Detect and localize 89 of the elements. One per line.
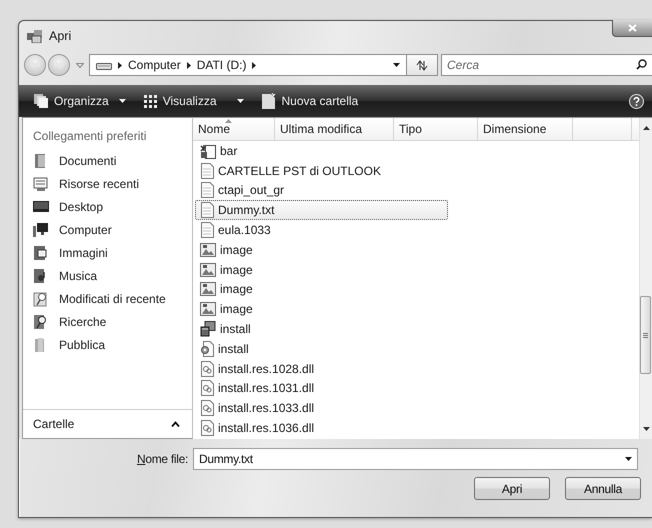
scroll-down-icon[interactable] bbox=[642, 427, 650, 431]
breadcrumb-arrow-icon bbox=[252, 62, 256, 68]
column-header[interactable]: Dimensione bbox=[478, 118, 573, 140]
desktop-icon bbox=[33, 198, 49, 214]
breadcrumb-arrow-icon bbox=[186, 62, 191, 68]
caret-icon bbox=[118, 99, 126, 103]
window-icon bbox=[27, 30, 42, 42]
document-icon bbox=[200, 222, 214, 238]
search-icon bbox=[636, 59, 647, 70]
sidebar-item[interactable]: Computer bbox=[23, 218, 192, 241]
scrollbar[interactable] bbox=[639, 118, 652, 439]
library-file-icon bbox=[200, 420, 214, 436]
breadcrumb-arrow-icon bbox=[118, 62, 122, 68]
toolbar-button[interactable]: Organizza bbox=[32, 92, 128, 110]
scroll-up-icon[interactable] bbox=[642, 126, 650, 130]
pictures-icon bbox=[33, 244, 49, 260]
file-item[interactable]: install.res.1036.dll bbox=[195, 418, 448, 438]
section-heading: Collegamenti preferiti bbox=[32, 128, 148, 145]
grid-icon bbox=[144, 94, 157, 108]
sidebar-item[interactable]: Pubblica bbox=[23, 333, 192, 356]
drive-icon bbox=[96, 60, 112, 70]
help-icon[interactable] bbox=[629, 94, 644, 108]
sidebar-item[interactable]: Musica bbox=[23, 264, 192, 287]
file-item[interactable]: ctapi_out_gr bbox=[195, 180, 448, 200]
caret-icon bbox=[236, 99, 244, 103]
document-icon bbox=[200, 182, 214, 198]
computer-icon bbox=[33, 222, 49, 238]
scroll-thumb[interactable] bbox=[640, 296, 651, 374]
file-item[interactable]: Dummy.txt bbox=[195, 200, 448, 220]
file-item[interactable]: install.res.1028.dll bbox=[195, 358, 448, 379]
file-item[interactable]: install.res.1033.dll bbox=[195, 398, 448, 418]
column-header[interactable]: Tipo bbox=[394, 118, 478, 140]
sidebar-item[interactable]: Risorse recenti bbox=[23, 172, 192, 195]
pages-icon bbox=[34, 94, 48, 108]
image-icon bbox=[200, 281, 216, 298]
address-bar[interactable]: Computer DATI (D:) bbox=[89, 54, 407, 76]
dropdown-caret-icon bbox=[625, 457, 632, 461]
column-header[interactable]: Ultima modifica bbox=[275, 118, 394, 140]
sidebar-item[interactable]: Documenti bbox=[23, 149, 192, 172]
breadcrumb[interactable]: Computer bbox=[128, 58, 181, 72]
search-folder-icon bbox=[33, 314, 49, 330]
settings-file-icon bbox=[200, 340, 214, 357]
history-caret-icon[interactable] bbox=[76, 62, 84, 68]
file-item[interactable]: bar bbox=[195, 141, 448, 161]
grip-icon bbox=[643, 332, 648, 338]
document-icon bbox=[200, 202, 214, 218]
window-title: Apri bbox=[49, 29, 72, 43]
toolbar-button[interactable]: Visualizza bbox=[142, 92, 246, 110]
file-item[interactable]: CARTELLE PST di OUTLOOK bbox=[195, 160, 448, 181]
file-item[interactable]: image bbox=[195, 240, 448, 260]
image-icon bbox=[200, 242, 216, 258]
refresh-button[interactable] bbox=[407, 54, 438, 76]
file-item[interactable]: eula.1033 bbox=[195, 220, 448, 240]
recent-file-icon bbox=[33, 290, 49, 306]
search-field[interactable]: Cerca bbox=[441, 54, 652, 76]
image-icon bbox=[200, 262, 216, 278]
library-file-icon bbox=[200, 400, 214, 416]
dialog-button[interactable]: Apri bbox=[474, 477, 550, 500]
installer-icon bbox=[200, 321, 216, 338]
document-icon bbox=[200, 162, 214, 179]
sidebar-item[interactable]: Modificati di recente bbox=[23, 287, 192, 310]
folders-label: Cartelle bbox=[33, 417, 74, 431]
new-folder-icon bbox=[262, 93, 276, 109]
library-file-icon bbox=[200, 360, 214, 377]
refresh-icon bbox=[416, 60, 428, 70]
library-file-icon bbox=[200, 380, 214, 396]
file-name-field[interactable]: Dummy.txt bbox=[193, 448, 638, 470]
column-header[interactable]: Nome bbox=[193, 118, 275, 140]
toolbar-button[interactable]: Nuova cartella bbox=[260, 91, 360, 111]
file-item[interactable]: image bbox=[195, 280, 448, 300]
file-item[interactable]: install.res.1031.dll bbox=[195, 378, 448, 398]
file-name-label: Nome file: bbox=[136, 452, 189, 466]
file-item[interactable]: image bbox=[195, 299, 448, 320]
file-item[interactable]: image bbox=[195, 260, 448, 280]
dropdown-caret-icon bbox=[393, 63, 400, 67]
file-item[interactable]: install bbox=[195, 338, 448, 359]
folders-bar[interactable]: Cartelle bbox=[23, 409, 192, 438]
program-icon bbox=[200, 142, 216, 159]
collapse-caret-icon bbox=[171, 421, 180, 427]
dialog-button[interactable]: Annulla bbox=[565, 477, 641, 500]
recent-places-icon bbox=[33, 176, 49, 192]
breadcrumb[interactable]: DATI (D:) bbox=[196, 58, 246, 72]
image-icon bbox=[200, 301, 216, 318]
sidebar-item[interactable]: Ricerche bbox=[23, 310, 192, 333]
file-item[interactable]: install bbox=[195, 319, 448, 339]
close-button[interactable] bbox=[612, 20, 652, 37]
close-icon bbox=[628, 24, 637, 32]
sidebar-item[interactable]: Desktop bbox=[23, 195, 192, 218]
sidebar-item[interactable]: Immagini bbox=[23, 241, 192, 264]
